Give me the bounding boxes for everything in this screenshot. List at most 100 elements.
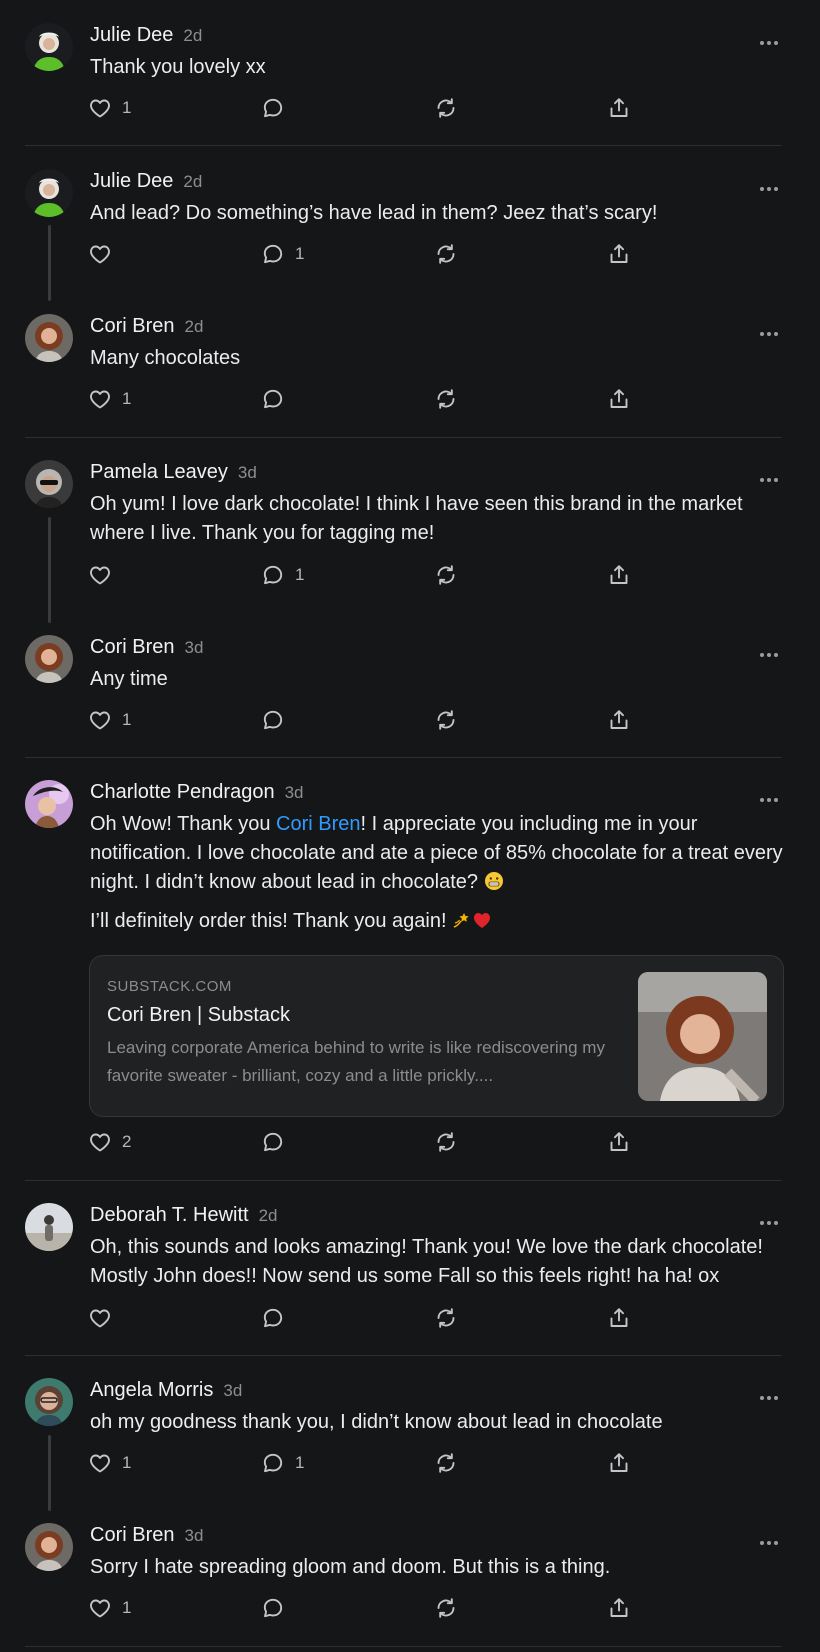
author-name[interactable]: Pamela Leavey: [90, 461, 228, 484]
restack-icon: [434, 1306, 458, 1330]
like-button[interactable]: [88, 563, 122, 587]
author-name[interactable]: Charlotte Pendragon: [90, 781, 275, 804]
reply-button[interactable]: 1: [261, 242, 304, 266]
author-name[interactable]: Cori Bren: [90, 1524, 174, 1547]
share-button[interactable]: [607, 1306, 631, 1330]
timestamp: 2d: [183, 172, 203, 191]
share-button[interactable]: [607, 563, 631, 587]
comment-text-part: I’ll definitely order this! Thank you ag…: [90, 910, 453, 932]
restack-icon: [434, 1451, 458, 1475]
divider: [25, 1355, 782, 1356]
reply-button[interactable]: [261, 96, 295, 120]
heart-icon: [88, 242, 112, 266]
avatar[interactable]: [25, 314, 73, 362]
avatar[interactable]: [25, 780, 73, 828]
restack-button[interactable]: [434, 242, 458, 266]
heart-icon: [88, 96, 112, 120]
link-description: Leaving corporate America behind to writ…: [107, 1038, 605, 1085]
speech-bubble-icon: [261, 1596, 285, 1620]
like-button[interactable]: 1: [88, 1596, 131, 1620]
author-name[interactable]: Cori Bren: [90, 636, 174, 659]
like-count: 1: [122, 389, 132, 408]
author-name[interactable]: Angela Morris: [90, 1379, 213, 1402]
reply-button[interactable]: [261, 1306, 295, 1330]
share-button[interactable]: [607, 242, 631, 266]
restack-button[interactable]: [434, 563, 458, 587]
reply-button[interactable]: 1: [261, 1451, 304, 1475]
heart-icon: [88, 708, 112, 732]
more-dots-icon[interactable]: [760, 644, 782, 657]
avatar[interactable]: [25, 1523, 73, 1571]
avatar[interactable]: [25, 23, 73, 71]
avatar[interactable]: [25, 460, 73, 508]
avatar[interactable]: [25, 635, 73, 683]
like-button[interactable]: 1: [88, 708, 131, 732]
thread-line: [48, 1435, 51, 1511]
heart-icon: [88, 1596, 112, 1620]
share-button[interactable]: [607, 1451, 631, 1475]
heart-icon: [88, 387, 112, 411]
share-icon: [607, 96, 631, 120]
share-button[interactable]: [607, 96, 631, 120]
share-button[interactable]: [607, 387, 631, 411]
comment-text: Sorry I hate spreading gloom and doom. B…: [90, 1556, 611, 1578]
avatar[interactable]: [25, 1378, 73, 1426]
author-name[interactable]: Deborah T. Hewitt: [90, 1204, 249, 1227]
link-preview-card[interactable]: SUBSTACK.COM Cori Bren | Substack Leavin…: [89, 955, 784, 1117]
share-icon: [607, 242, 631, 266]
restack-button[interactable]: [434, 708, 458, 732]
comment-text: Oh yum! I love dark chocolate! I think I…: [90, 493, 743, 544]
share-icon: [607, 708, 631, 732]
share-icon: [607, 1451, 631, 1475]
restack-icon: [434, 387, 458, 411]
divider: [25, 757, 782, 758]
link-thumbnail: [638, 972, 767, 1101]
restack-button[interactable]: [434, 1596, 458, 1620]
more-dots-icon[interactable]: [760, 1387, 782, 1400]
like-button[interactable]: [88, 242, 122, 266]
like-button[interactable]: [88, 1306, 122, 1330]
author-name[interactable]: Julie Dee: [90, 170, 173, 193]
like-count: 1: [122, 98, 132, 117]
share-icon: [607, 563, 631, 587]
more-dots-icon[interactable]: [760, 178, 782, 191]
like-button[interactable]: 2: [88, 1130, 131, 1154]
timestamp: 3d: [184, 1526, 204, 1545]
share-button[interactable]: [607, 1130, 631, 1154]
speech-bubble-icon: [261, 1306, 285, 1330]
comment-text: Thank you lovely xx: [90, 56, 266, 78]
author-name[interactable]: Julie Dee: [90, 24, 173, 47]
more-dots-icon[interactable]: [760, 1532, 782, 1545]
restack-button[interactable]: [434, 1130, 458, 1154]
share-icon: [607, 1596, 631, 1620]
more-dots-icon[interactable]: [760, 32, 782, 45]
heart-icon: [88, 563, 112, 587]
more-dots-icon[interactable]: [760, 789, 782, 802]
share-button[interactable]: [607, 708, 631, 732]
restack-button[interactable]: [434, 1451, 458, 1475]
restack-button[interactable]: [434, 96, 458, 120]
more-dots-icon[interactable]: [760, 469, 782, 482]
like-count: 1: [122, 710, 132, 729]
divider: [25, 1646, 782, 1647]
mention-link[interactable]: Cori Bren: [276, 813, 360, 835]
like-button[interactable]: 1: [88, 387, 131, 411]
reply-button[interactable]: [261, 387, 295, 411]
author-name[interactable]: Cori Bren: [90, 315, 174, 338]
share-icon: [607, 387, 631, 411]
more-dots-icon[interactable]: [760, 323, 782, 336]
like-button[interactable]: 1: [88, 1451, 131, 1475]
more-dots-icon[interactable]: [760, 1212, 782, 1225]
reply-button[interactable]: [261, 708, 295, 732]
avatar[interactable]: [25, 1203, 73, 1251]
avatar[interactable]: [25, 169, 73, 217]
reply-button[interactable]: [261, 1130, 295, 1154]
reply-count: 1: [295, 1453, 305, 1472]
restack-button[interactable]: [434, 387, 458, 411]
speech-bubble-icon: [261, 1451, 285, 1475]
reply-button[interactable]: [261, 1596, 295, 1620]
like-button[interactable]: 1: [88, 96, 131, 120]
share-button[interactable]: [607, 1596, 631, 1620]
restack-button[interactable]: [434, 1306, 458, 1330]
reply-button[interactable]: 1: [261, 563, 304, 587]
